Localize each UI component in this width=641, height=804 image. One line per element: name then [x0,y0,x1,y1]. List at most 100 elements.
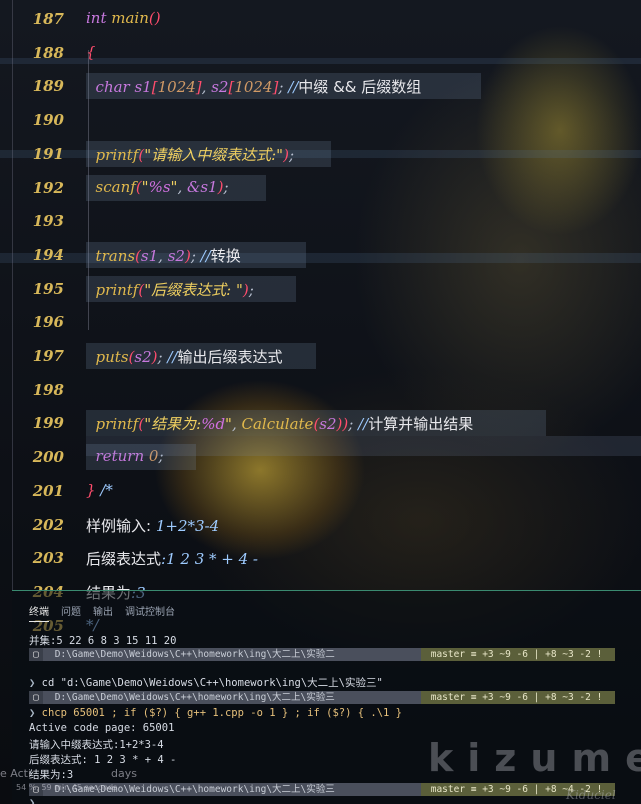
code-line[interactable]: 197 puts(s2); //输出后缀表达式 [0,339,641,373]
panel-tab[interactable]: 调试控制台 [125,603,175,621]
code-text: printf("后缀表达式: "); [86,279,254,300]
terminal-prompt: ▢ D:\Game\Demo\Weidows\C++\homework\ing\… [29,648,615,661]
code-token: () [148,9,161,27]
code-line[interactable]: 195 printf("后缀表达式: "); [0,272,641,306]
code-line[interactable]: 188 { [0,36,641,70]
panel-tab[interactable]: 输出 [93,603,113,621]
code-line[interactable]: 203 后缀表达式:1 2 3 * + 4 - [0,541,641,575]
code-token: trans [95,246,136,265]
line-number: 195 [32,279,64,298]
code-token: )) [336,415,349,434]
prompt-path: D:\Game\Demo\Weidows\C++\homework\ing\大二… [43,648,421,661]
code-token: // [358,415,369,434]
code-token: 1+2*3-4 [155,516,220,535]
code-line[interactable]: 202 样例输入: 1+2*3-4 [0,508,641,542]
code-token: " [141,177,149,196]
code-token: ; [248,280,254,299]
overlay-left-text: e Acti [0,767,32,780]
code-token: ; [157,348,168,366]
terminal-input-line[interactable]: ❯ [29,797,35,804]
overlay-small-text: 54 %, 59 min 45 seconds [16,783,118,792]
code-text: scanf("%s", &s1); [86,178,229,196]
line-number: 191 [32,144,64,163]
code-token: "后缀表达式: " [144,280,243,299]
code-token: scanf [95,177,136,196]
wallpaper-signature: Kiduciel [566,788,616,802]
line-number: 188 [32,43,64,62]
overlay-text: e Acti days [0,767,137,780]
code-token: char [95,78,135,97]
code-token: ; [190,246,201,265]
code-line[interactable]: 193 [0,204,641,238]
code-token: s2 [211,78,229,97]
line-number: 200 [32,448,64,467]
panel-tab[interactable]: 终端 [29,603,49,622]
code-line[interactable]: 191 printf("请输入中缀表达式:"); [0,137,641,171]
terminal-prompt: ▢ D:\Game\Demo\Weidows\C++\homework\ing\… [29,691,615,704]
prompt-git-status: master ≡ +3 ~9 -6 | +8 ~3 -2 ! [421,691,615,704]
code-line[interactable]: 189 char s1[1024], s2[1024]; //中缀 && 后缀数… [0,69,641,103]
line-number: 199 [32,414,64,433]
code-token: printf [95,145,139,164]
code-line[interactable]: 196 [0,305,641,339]
code-token: { [86,42,96,61]
line-number: 187 [32,10,64,28]
code-token: // [167,348,178,366]
prompt-git-status: master ≡ +3 ~9 -6 | +8 ~3 -2 ! [421,648,615,661]
code-token: %s [148,177,171,196]
prompt-path: D:\Game\Demo\Weidows\C++\homework\ing\大二… [43,691,421,704]
line-number: 197 [32,347,64,365]
command-text: chcp 65001 ; if ($?) { g++ 1.cpp -o 1 } … [41,707,402,719]
code-token: // [288,78,299,97]
line-number: 203 [32,549,64,568]
line-number: 192 [32,178,64,197]
line-number: 202 [32,515,64,534]
code-line[interactable]: 187 int main() [0,2,641,36]
code-editor[interactable]: 187 int main() 188 {189 char s1[1024], s2[1… [0,0,641,635]
code-token: main [111,9,149,27]
code-token: :1 2 3 * + 4 - [161,550,258,569]
code-token: s1 [134,78,152,97]
code-token: /* [100,480,113,499]
code-token: 输出后缀表达式 [177,348,283,366]
line-number: 198 [32,380,64,399]
code-line[interactable]: 192 scanf("%s", &s1); [0,171,641,205]
code-text: printf("请输入中缀表达式:"); [86,144,294,165]
code-token: ; [348,415,359,434]
code-token: } [86,480,101,499]
line-number: 201 [32,481,64,500]
wallpaper-watermark: kizume [428,736,641,780]
code-token: printf [95,280,139,299]
code-token: 转换 [210,246,241,265]
terminal-line: Active code page: 65001 [29,722,175,734]
code-token: "结果为: [144,415,202,434]
code-token: s2 [134,348,152,366]
line-number: 196 [32,313,64,332]
code-line[interactable]: 194 trans(s1, s2); //转换 [0,238,641,272]
code-text: printf("结果为:%d", Calculate(s2)); //计算并输出… [86,413,474,434]
code-text: 后缀表达式:1 2 3 * + 4 - [86,548,258,569]
code-token: , [231,415,242,434]
code-line[interactable]: 190 [0,103,641,137]
code-line[interactable]: 201} /* [0,474,641,508]
code-line[interactable]: 198 [0,373,641,407]
code-text: puts(s2); //输出后缀表达式 [86,346,283,367]
code-token: Calculate [241,415,314,434]
line-number: 194 [32,245,64,264]
windows-icon: ▢ [29,648,43,661]
command-text: cd "d:\Game\Demo\Weidows\C++\homework\in… [41,677,383,689]
code-token: " [225,415,232,434]
windows-icon: ▢ [29,691,43,704]
code-token: s2 [319,415,337,434]
code-text: 样例输入: 1+2*3-4 [86,515,219,536]
code-token: ; [278,78,289,97]
editor-scroll-area [86,436,641,456]
panel-tab[interactable]: 问题 [61,603,81,621]
code-token: %d [201,415,226,434]
